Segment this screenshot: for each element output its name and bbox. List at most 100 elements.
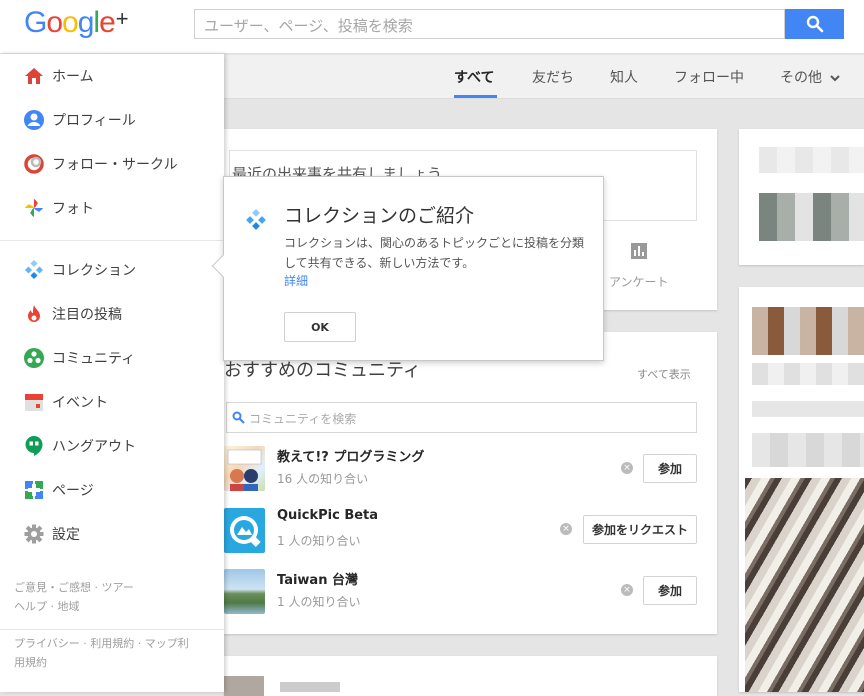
hangouts-icon — [23, 435, 45, 457]
collections-icon — [246, 209, 266, 230]
request-to-join-button[interactable]: 参加をリクエスト — [583, 515, 697, 544]
sidebar-item-communities[interactable]: コミュニティ — [0, 340, 224, 376]
footer-links-1: ご意見・ご感想 · ツアー ヘルプ · 地域 — [14, 578, 134, 616]
google-plus-logo[interactable]: Google+ — [24, 6, 129, 40]
sidebar-item-whats-hot[interactable]: 注目の投稿 — [0, 296, 224, 332]
poll-label[interactable]: アンケート — [609, 273, 669, 290]
home-icon — [23, 65, 45, 87]
blurred-image — [759, 193, 864, 241]
footer-divider — [0, 629, 224, 630]
tab-friends[interactable]: 友だち — [532, 67, 574, 87]
community-name[interactable]: 教えて!? プログラミング — [277, 446, 424, 465]
sidebar-item-label: ハングアウト — [52, 439, 136, 455]
footer-links-2: プライバシー · 利用規約 · マップ利 用規約 — [14, 634, 189, 672]
search-button[interactable] — [785, 9, 844, 39]
search-input[interactable]: ユーザー、ページ、投稿を検索 — [194, 9, 785, 39]
sidebar-item-label: ホーム — [52, 69, 94, 85]
blurred-avatar — [752, 307, 864, 355]
sidebar-item-home[interactable]: ホーム — [0, 58, 224, 94]
sidebar-item-label: フォロー・サークル — [52, 157, 178, 173]
sidebar-item-label: コレクション — [52, 263, 136, 279]
sidebar-item-photos[interactable]: フォト — [0, 190, 224, 226]
blurred-text — [752, 433, 864, 467]
blurred-post-card — [739, 287, 864, 692]
sidebar-item-label: イベント — [52, 395, 108, 411]
profile-icon — [23, 109, 45, 131]
community-name[interactable]: Taiwan 台灣 — [277, 569, 358, 588]
communities-icon — [23, 347, 45, 369]
photos-icon — [23, 197, 45, 219]
logo-letter: g — [77, 6, 95, 39]
cherry-blossom-photo[interactable] — [745, 478, 864, 692]
community-search-placeholder: コミュニティを検索 — [249, 412, 357, 426]
collections-icon — [23, 259, 45, 281]
footer-link[interactable]: プライバシー · 利用規約 · マップ利 — [14, 634, 189, 653]
gear-icon — [23, 523, 45, 545]
community-search-input[interactable]: コミュニティを検索 — [226, 402, 697, 433]
tab-more[interactable]: その他 — [780, 67, 841, 87]
post-card — [224, 656, 717, 696]
search-icon — [232, 411, 245, 424]
community-thumbnail[interactable] — [224, 569, 265, 614]
logo-letter: e — [99, 6, 116, 39]
events-icon — [23, 391, 45, 413]
search-icon — [806, 15, 823, 33]
sidebar-item-label: プロフィール — [52, 113, 136, 129]
sidebar-item-collections[interactable]: コレクション — [0, 252, 224, 288]
ok-button[interactable]: OK — [284, 312, 356, 342]
circles-icon — [23, 153, 45, 175]
dismiss-icon[interactable]: × — [621, 462, 633, 474]
sidebar-item-label: ページ — [52, 483, 94, 499]
collections-intro-popup: コレクションのご紹介 コレクションは、関心のあるトピックごとに投稿を分類して共有… — [211, 176, 604, 361]
logo-letter: G — [24, 6, 47, 39]
blurred-avatar — [224, 676, 264, 696]
sidebar-item-label: 注目の投稿 — [52, 307, 122, 323]
community-name[interactable]: QuickPic Beta — [277, 508, 378, 523]
poll-icon — [631, 243, 647, 259]
footer-link[interactable]: ヘルプ · 地域 — [14, 597, 134, 616]
community-thumbnail[interactable] — [224, 446, 265, 491]
tab-more-label: その他 — [780, 70, 822, 86]
community-mutual-count: 1 人の知り合い — [277, 595, 361, 609]
blurred-text — [752, 363, 864, 385]
footer-link[interactable]: 用規約 — [14, 653, 189, 672]
join-button[interactable]: 参加 — [643, 576, 697, 605]
tab-all[interactable]: すべて — [454, 67, 494, 87]
dismiss-icon[interactable]: × — [560, 523, 572, 535]
chevron-down-icon — [830, 75, 841, 82]
sidebar: ホーム プロフィール フォロー・サークル フォト コレクション 注目の投稿 コミ… — [0, 54, 224, 692]
footer-link[interactable]: ご意見・ご感想 · ツアー — [14, 578, 134, 597]
blurred-text — [280, 682, 340, 692]
sidebar-item-label: 設定 — [52, 527, 80, 543]
sidebar-item-pages[interactable]: ページ — [0, 472, 224, 508]
active-tab-indicator — [454, 95, 497, 98]
sidebar-item-label: コミュニティ — [52, 351, 136, 367]
sidebar-item-hangouts[interactable]: ハングアウト — [0, 428, 224, 464]
stream-filter-tabs: すべて 友だち 知人 フォロー中 その他 — [224, 55, 864, 99]
join-button[interactable]: 参加 — [643, 454, 697, 483]
community-mutual-count: 16 人の知り合い — [277, 472, 369, 486]
sidebar-item-profile[interactable]: プロフィール — [0, 102, 224, 138]
logo-letter: + — [115, 6, 129, 31]
top-bar: Google+ ユーザー、ページ、投稿を検索 — [0, 0, 864, 54]
sidebar-item-settings[interactable]: 設定 — [0, 516, 224, 552]
sidebar-item-circles[interactable]: フォロー・サークル — [0, 146, 224, 182]
see-all-link[interactable]: すべて表示 — [637, 366, 691, 382]
popup-title: コレクションのご紹介 — [284, 205, 475, 227]
learn-more-link[interactable]: 詳細 — [284, 272, 308, 289]
community-thumbnail[interactable] — [224, 508, 265, 553]
whats-hot-icon — [23, 303, 45, 325]
pages-icon — [23, 479, 45, 501]
logo-letter: o — [62, 6, 79, 39]
sidebar-item-events[interactable]: イベント — [0, 384, 224, 420]
blurred-text — [759, 147, 864, 173]
sidebar-divider — [0, 240, 224, 241]
sidebar-item-label: フォト — [52, 201, 94, 217]
logo-letter: o — [46, 6, 63, 39]
dismiss-icon[interactable]: × — [621, 584, 633, 596]
blurred-card — [739, 129, 864, 265]
community-mutual-count: 1 人の知り合い — [277, 534, 361, 548]
tab-acquaintances[interactable]: 知人 — [610, 67, 638, 87]
popup-description: コレクションは、関心のあるトピックごとに投稿を分類して共有できる、新しい方法です… — [284, 236, 585, 270]
tab-following[interactable]: フォロー中 — [674, 67, 744, 87]
